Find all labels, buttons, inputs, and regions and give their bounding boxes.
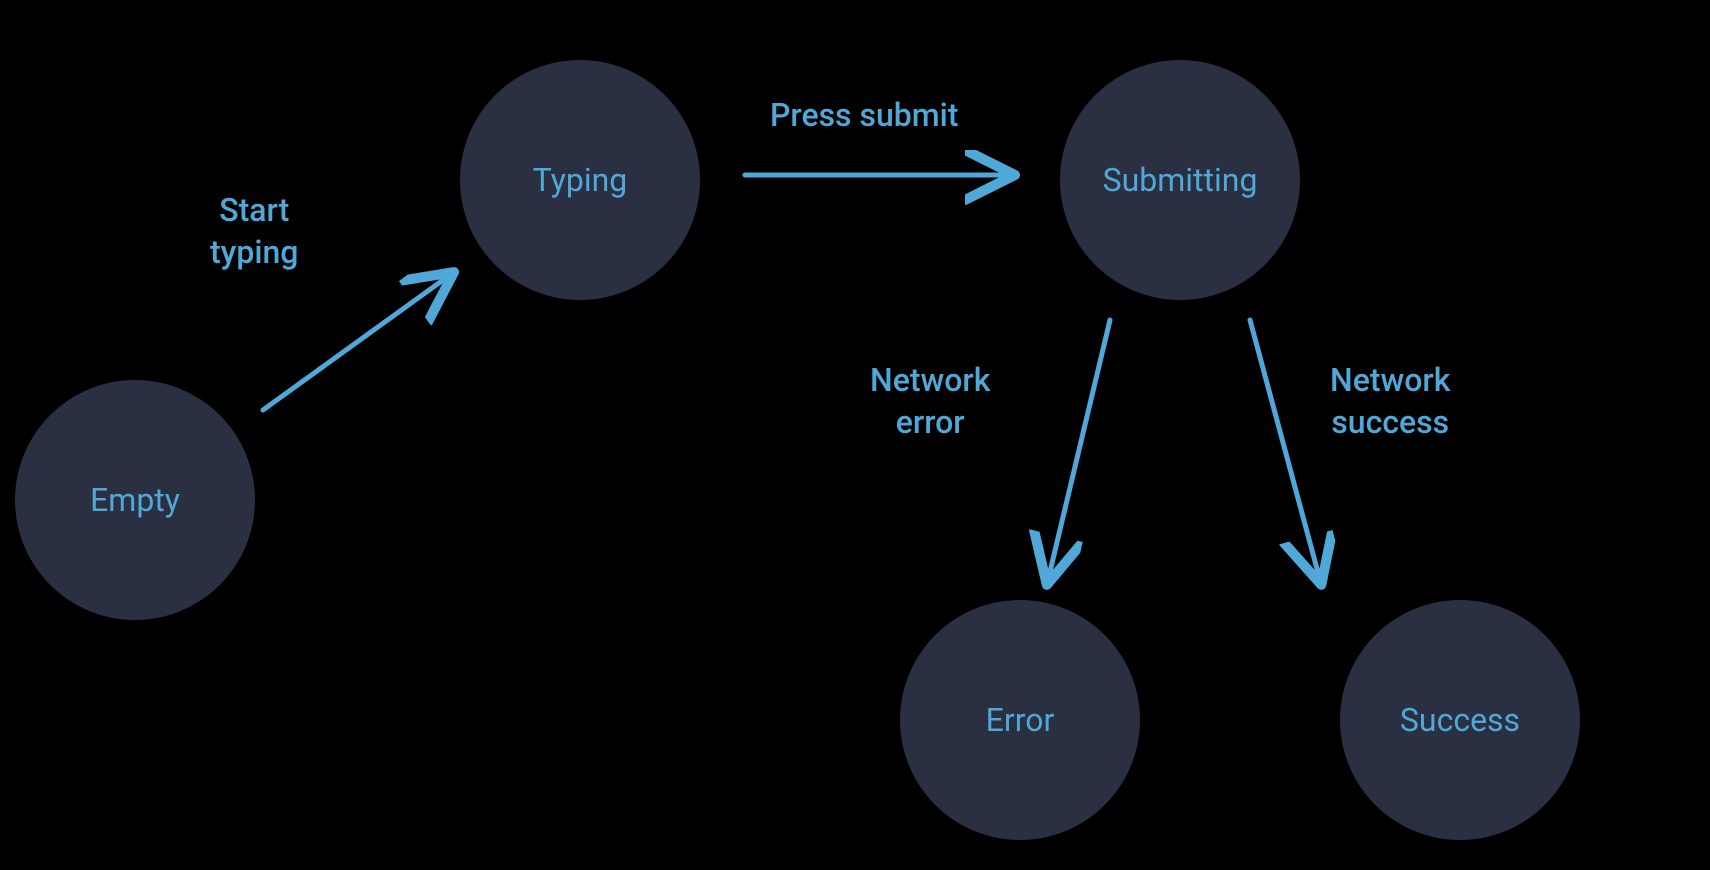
state-success-label: Success bbox=[1400, 701, 1520, 739]
state-submitting-label: Submitting bbox=[1103, 161, 1258, 199]
transition-network-error-label: Network error bbox=[870, 360, 990, 443]
transition-network-success-label: Network success bbox=[1330, 360, 1450, 443]
state-error: Error bbox=[900, 600, 1140, 840]
state-typing: Typing bbox=[460, 60, 700, 300]
arrow-start-typing bbox=[263, 275, 450, 410]
arrow-network-error bbox=[1048, 320, 1110, 580]
state-submitting: Submitting bbox=[1060, 60, 1300, 300]
state-empty-label: Empty bbox=[90, 481, 180, 519]
state-error-label: Error bbox=[986, 701, 1055, 739]
state-success: Success bbox=[1340, 600, 1580, 840]
transition-press-submit-label: Press submit bbox=[770, 95, 958, 137]
state-typing-label: Typing bbox=[533, 161, 628, 199]
transition-start-typing-label: Start typing bbox=[210, 190, 298, 273]
arrow-network-success bbox=[1250, 320, 1320, 580]
state-empty: Empty bbox=[15, 380, 255, 620]
